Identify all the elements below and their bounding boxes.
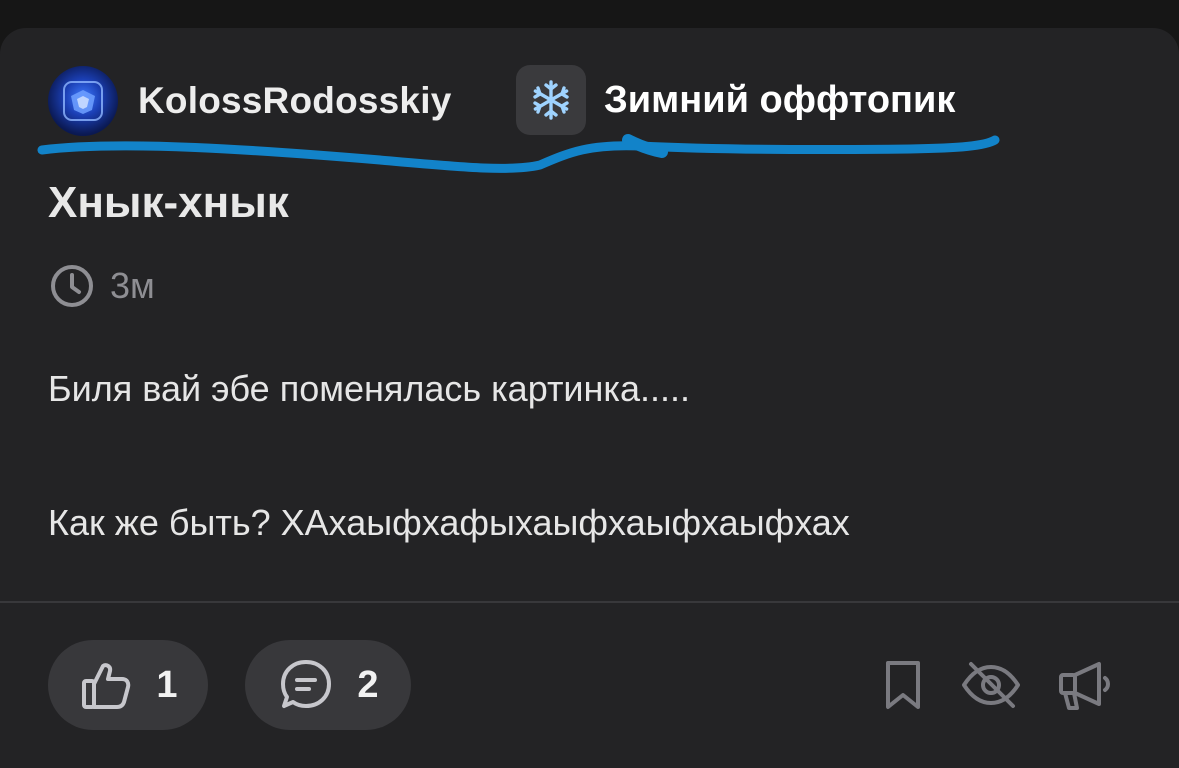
post-time: 3м <box>48 262 155 310</box>
clock-icon <box>51 265 93 307</box>
community-name[interactable]: Зимний оффтопик <box>604 79 955 122</box>
time-text: 3м <box>110 265 155 306</box>
author-name[interactable]: KolossRodosskiy <box>138 80 451 122</box>
hide-button[interactable] <box>958 652 1024 718</box>
post-body-line: Биля вай эбе поменялась картинка..... <box>48 368 690 409</box>
bookmark-icon <box>886 661 920 709</box>
divider <box>0 601 1179 603</box>
like-button[interactable]: 1 <box>48 640 208 730</box>
thumbs-up-icon <box>82 663 131 709</box>
community-icon[interactable] <box>516 65 586 135</box>
bookmark-button[interactable] <box>870 652 936 718</box>
post-title[interactable]: Хнык-хнык <box>48 178 289 228</box>
snowflake-icon <box>533 80 569 120</box>
avatar[interactable] <box>48 66 118 136</box>
avatar-emblem-icon <box>63 81 103 121</box>
comment-icon <box>281 660 332 708</box>
megaphone-icon <box>1059 662 1110 710</box>
eye-off-icon <box>962 662 1020 708</box>
report-button[interactable] <box>1052 652 1118 718</box>
like-count: 1 <box>156 663 178 706</box>
comment-button[interactable]: 2 <box>245 640 411 730</box>
post-body-line: Как же быть? ХАхаыфхафыхаыфхаыфхаыфхах <box>48 502 850 543</box>
post-author[interactable]: KolossRodosskiy <box>48 66 451 136</box>
comment-count: 2 <box>357 663 379 706</box>
community-link[interactable]: Зимний оффтопик <box>516 64 955 136</box>
